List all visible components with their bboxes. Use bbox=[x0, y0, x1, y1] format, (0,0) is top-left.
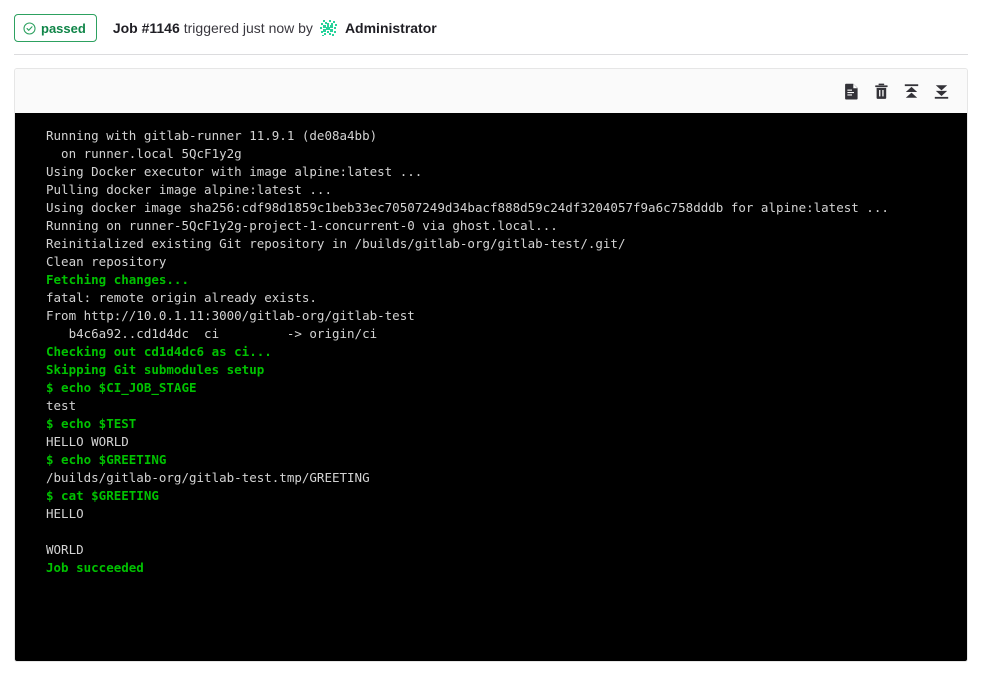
log-line: HELLO WORLD bbox=[46, 434, 129, 449]
log-line: fatal: remote origin already exists. bbox=[46, 290, 317, 305]
log-line: Pulling docker image alpine:latest ... bbox=[46, 182, 332, 197]
scroll-to-top-button[interactable] bbox=[897, 77, 925, 105]
log-line: Job succeeded bbox=[46, 560, 144, 575]
log-line: Running with gitlab-runner 11.9.1 (de08a… bbox=[46, 128, 378, 143]
job-header-text: Job #1146 triggered just now by Administ… bbox=[113, 19, 437, 37]
job-trigger-text: triggered just now by bbox=[183, 20, 313, 36]
status-badge-label: passed bbox=[41, 20, 86, 36]
log-line: $ echo $CI_JOB_STAGE bbox=[46, 380, 197, 395]
log-line: Reinitialized existing Git repository in… bbox=[46, 236, 626, 251]
job-log-terminal[interactable]: Running with gitlab-runner 11.9.1 (de08a… bbox=[15, 113, 967, 661]
scroll-down-icon bbox=[934, 84, 948, 99]
job-log-card: Running with gitlab-runner 11.9.1 (de08a… bbox=[14, 68, 968, 662]
log-line: Running on runner-5QcF1y2g-project-1-con… bbox=[46, 218, 558, 233]
document-icon bbox=[844, 83, 858, 99]
user-avatar[interactable] bbox=[319, 19, 338, 37]
log-line: Fetching changes... bbox=[46, 272, 189, 287]
job-log-output: Running with gitlab-runner 11.9.1 (de08a… bbox=[15, 127, 967, 577]
log-toolbar bbox=[15, 69, 967, 113]
log-line: /builds/gitlab-org/gitlab-test.tmp/GREET… bbox=[46, 470, 370, 485]
job-header: passed Job #1146 triggered just now by A… bbox=[14, 14, 968, 42]
log-line: b4c6a92..cd1d4dc ci -> origin/ci bbox=[46, 326, 378, 341]
log-line: WORLD bbox=[46, 542, 84, 557]
check-circle-icon bbox=[23, 21, 36, 35]
log-line: on runner.local 5QcF1y2g bbox=[46, 146, 242, 161]
erase-log-button[interactable] bbox=[867, 77, 895, 105]
header-divider bbox=[14, 54, 968, 55]
log-line: Checking out cd1d4dc6 as ci... bbox=[46, 344, 272, 359]
log-line: $ echo $TEST bbox=[46, 416, 137, 431]
log-line: $ echo $GREETING bbox=[46, 452, 167, 467]
log-line: Skipping Git submodules setup bbox=[46, 362, 265, 377]
status-badge[interactable]: passed bbox=[14, 14, 97, 42]
show-raw-button[interactable] bbox=[837, 77, 865, 105]
scroll-up-icon bbox=[904, 83, 918, 98]
log-line: HELLO bbox=[46, 506, 84, 521]
user-name-link[interactable]: Administrator bbox=[345, 20, 437, 36]
log-line: test bbox=[46, 398, 77, 413]
trash-icon bbox=[874, 83, 888, 99]
log-line: Using docker image sha256:cdf98d1859c1be… bbox=[46, 200, 889, 215]
log-line: Using Docker executor with image alpine:… bbox=[46, 164, 423, 179]
log-line: From http://10.0.1.11:3000/gitlab-org/gi… bbox=[46, 308, 415, 323]
job-id-link[interactable]: Job #1146 bbox=[113, 20, 180, 36]
log-line: Clean repository bbox=[46, 254, 167, 269]
log-line: $ cat $GREETING bbox=[46, 488, 159, 503]
scroll-to-bottom-button[interactable] bbox=[927, 77, 955, 105]
